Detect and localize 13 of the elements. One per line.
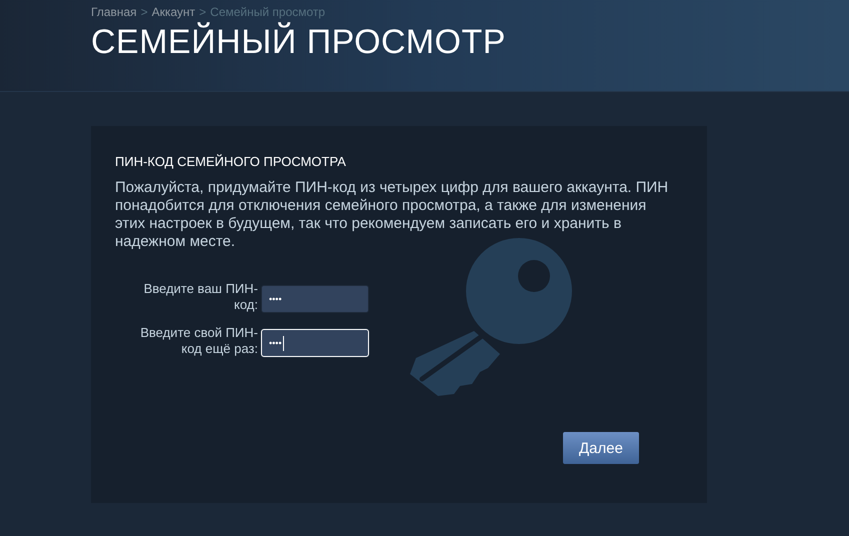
pin-input-field[interactable]: ••••	[261, 329, 369, 357]
field-label: Введите свой ПИН-код ещё раз:	[139, 325, 258, 357]
field-label: Введите ваш ПИН-код:	[142, 281, 258, 313]
page-title: СЕМЕЙНЫЙ ПРОСМОТР	[91, 23, 507, 62]
pin-input-field[interactable]: ••••	[261, 285, 369, 313]
section-heading: ПИН-КОД СЕМЕЙНОГО ПРОСМОТРА	[115, 154, 347, 169]
breadcrumb-separator: >	[199, 5, 206, 19]
breadcrumb-separator: >	[140, 5, 148, 19]
next-button[interactable]: Далее	[563, 432, 639, 464]
breadcrumb-link[interactable]: Главная	[91, 5, 137, 19]
breadcrumb-link[interactable]: Семейный просмотр	[210, 5, 326, 19]
description-text: Пожалуйста, придумайте ПИН-код из четырех цифр для вашего аккаунта. ПИН понадобится для отключения семейного просмотра, а также для изменения этих настроек в будущем, так что рекомендуем записать его и хранить в надежном месте.	[115, 179, 670, 251]
breadcrumb-link[interactable]: Аккаунт	[152, 5, 196, 19]
